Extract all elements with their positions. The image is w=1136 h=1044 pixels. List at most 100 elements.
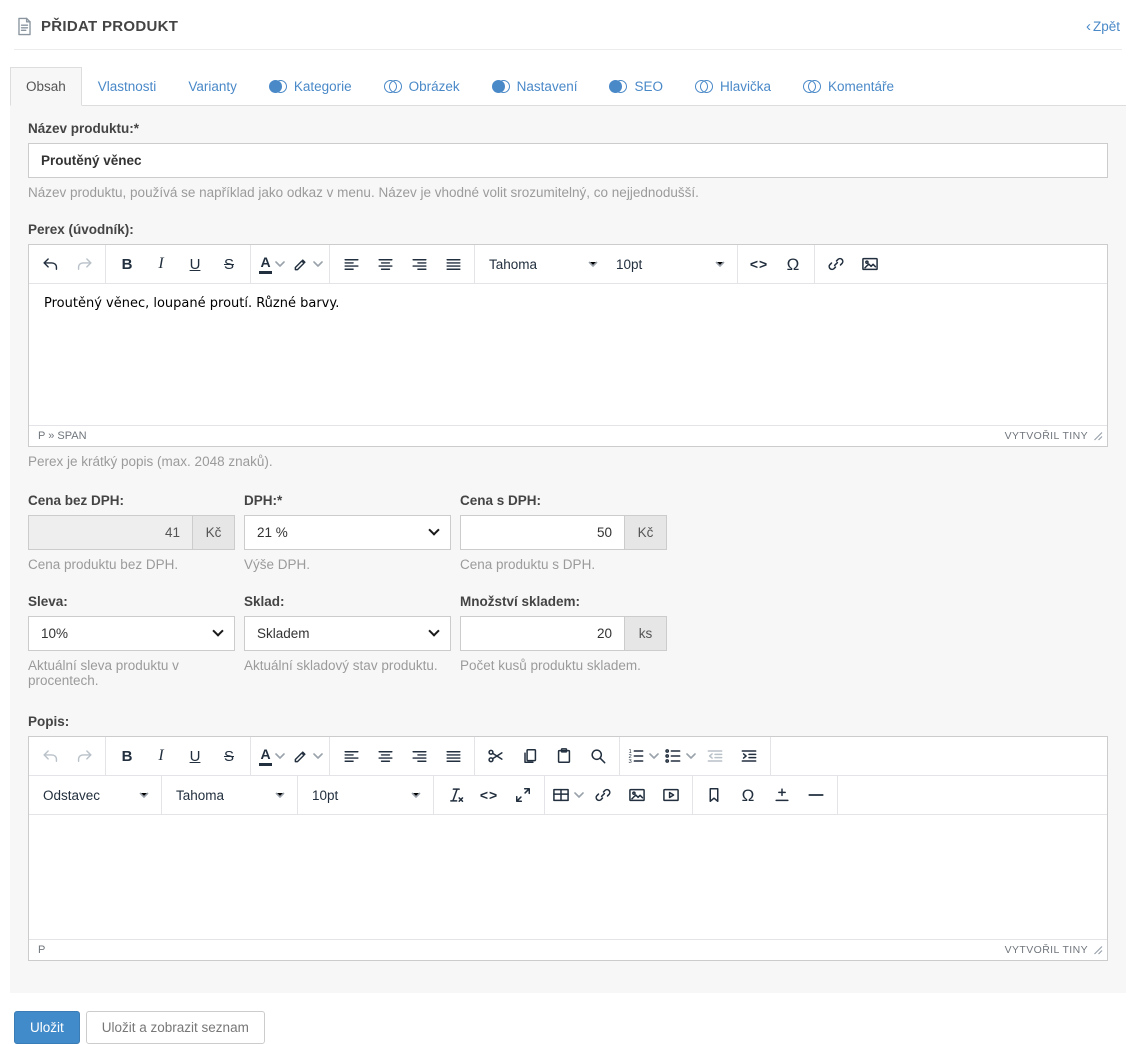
vat-label: DPH:* [244,493,451,508]
table-button[interactable] [549,779,586,812]
clear-formatting-button[interactable] [438,779,472,812]
price-gross-help: Cena produktu s DPH. [460,557,667,572]
price-gross-label: Cena s DPH: [460,493,667,508]
cut-button[interactable] [479,740,513,773]
tab-hlavicka[interactable]: Hlavička [679,67,787,106]
highlight-color-icon [291,255,310,274]
fullscreen-button[interactable] [506,779,540,812]
horizontal-rule-button[interactable] [799,779,833,812]
undo-button[interactable] [33,740,67,773]
tab-seo[interactable]: SEO [593,67,679,106]
back-link[interactable]: ‹Zpět [1086,18,1120,35]
text-color-icon: A [259,747,271,766]
toggle-off-icon [803,80,821,93]
toolbar-separator [837,776,838,814]
price-gross-input[interactable] [460,515,625,550]
strikethrough-button[interactable]: S [212,740,246,773]
discount-label: Sleva: [28,594,235,609]
perex-help: Perex je krátký popis (max. 2048 znaků). [28,454,1108,469]
highlight-color-button[interactable] [289,248,325,281]
media-button[interactable] [654,779,688,812]
element-path: P » SPAN [38,430,87,442]
special-char-button[interactable]: Ω [731,779,765,812]
numbered-list-button[interactable] [624,740,661,773]
align-right-button[interactable] [402,740,436,773]
chevron-down-icon [649,753,659,759]
chevron-down-icon [275,753,285,759]
image-button[interactable] [620,779,654,812]
toggle-off-icon [384,80,402,93]
resize-grip-icon[interactable] [1093,945,1103,955]
align-justify-button[interactable] [436,248,470,281]
align-right-button[interactable] [402,248,436,281]
currency-addon: Kč [625,515,667,550]
source-code-button[interactable]: <> [742,248,776,281]
bold-button[interactable]: B [110,248,144,281]
tab-varianty[interactable]: Varianty [172,67,253,106]
link-button[interactable] [586,779,620,812]
add-product-page: PŘIDAT PRODUKT ‹Zpět Obsah Vlastnosti Va… [0,0,1136,1044]
font-size-select[interactable]: 10pt [606,248,733,281]
copy-button[interactable] [513,740,547,773]
unit-addon: ks [625,616,667,651]
bullet-list-button[interactable] [661,740,698,773]
quantity-input[interactable] [460,616,625,651]
description-content[interactable] [29,815,1107,939]
perex-content[interactable]: Proutěný věnec, loupané proutí. Různé ba… [29,284,1107,425]
vat-select[interactable]: 21 % [244,515,451,550]
chevron-down-icon [275,261,285,267]
redo-button[interactable] [67,740,101,773]
indent-button[interactable] [732,740,766,773]
align-left-button[interactable] [334,248,368,281]
chevron-down-icon [428,625,439,636]
description-toolbar-row-2: Odstavec Tahoma 10pt <> [29,776,1107,815]
align-center-button[interactable] [368,740,402,773]
text-color-icon: A [259,255,271,274]
stock-help: Aktuální skladový stav produktu. [244,658,451,673]
highlight-color-button[interactable] [289,740,325,773]
redo-button[interactable] [67,248,101,281]
tab-obsah[interactable]: Obsah [10,67,82,106]
anchor-button[interactable] [697,779,731,812]
resize-grip-icon[interactable] [1093,431,1103,441]
price-net-label: Cena bez DPH: [28,493,235,508]
align-left-button[interactable] [334,740,368,773]
strikethrough-button[interactable]: S [212,248,246,281]
source-code-button[interactable]: <> [472,779,506,812]
font-family-select[interactable]: Tahoma [479,248,606,281]
underline-button[interactable]: U [178,740,212,773]
text-color-button[interactable]: A [255,740,289,773]
product-name-input[interactable] [28,143,1108,178]
font-size-select[interactable]: 10pt [302,779,429,812]
align-center-button[interactable] [368,248,402,281]
save-and-list-button[interactable]: Uložit a zobrazit seznam [86,1011,265,1044]
text-color-button[interactable]: A [255,248,289,281]
stock-select[interactable]: Skladem [244,616,451,651]
paragraph-format-select[interactable]: Odstavec [33,779,157,812]
special-char-button[interactable]: Ω [776,248,810,281]
insert-button[interactable] [765,779,799,812]
tab-komentare[interactable]: Komentáře [787,67,910,106]
undo-button[interactable] [33,248,67,281]
italic-button[interactable]: I [144,740,178,773]
outdent-button[interactable] [698,740,732,773]
bold-button[interactable]: B [110,740,144,773]
stock-label: Sklad: [244,594,451,609]
italic-button[interactable]: I [144,248,178,281]
image-button[interactable] [853,248,887,281]
tab-obrazek[interactable]: Obrázek [368,67,476,106]
tab-vlastnosti[interactable]: Vlastnosti [82,67,173,106]
discount-select[interactable]: 10% [28,616,235,651]
underline-button[interactable]: U [178,248,212,281]
search-button[interactable] [581,740,615,773]
chevron-down-icon [686,753,696,759]
paste-button[interactable] [547,740,581,773]
link-button[interactable] [819,248,853,281]
tab-nastaveni[interactable]: Nastavení [476,67,594,106]
tab-kategorie[interactable]: Kategorie [253,67,368,106]
font-family-select[interactable]: Tahoma [166,779,293,812]
chevron-down-icon [313,261,323,267]
price-net-input[interactable] [28,515,193,550]
align-justify-button[interactable] [436,740,470,773]
save-button[interactable]: Uložit [14,1011,80,1044]
